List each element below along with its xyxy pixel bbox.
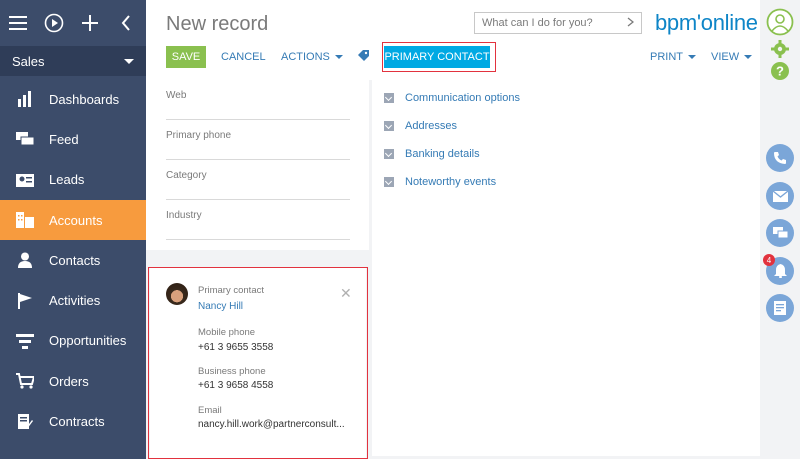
sidebar-item-label: Leads — [49, 172, 85, 188]
leads-icon — [15, 170, 35, 190]
sidebar-item-label: Contracts — [49, 414, 105, 430]
cart-icon — [15, 371, 35, 391]
print-label: PRINT — [650, 51, 683, 63]
industry-field[interactable]: Industry — [166, 200, 350, 240]
email-icon[interactable] — [766, 182, 794, 210]
process-play-icon[interactable] — [36, 0, 72, 46]
accounts-icon — [15, 210, 35, 230]
details-panel: Communication options Addresses Banking … — [372, 80, 760, 456]
chevron-down-icon — [334, 55, 343, 59]
category-field[interactable]: Category — [166, 160, 350, 200]
logo: bpm'online — [655, 10, 758, 35]
tag-icon — [358, 50, 369, 64]
group-communication-options[interactable]: Communication options — [384, 89, 520, 107]
menu-icon[interactable] — [0, 0, 36, 46]
group-addresses[interactable]: Addresses — [384, 117, 457, 135]
sidebar-item-label: Accounts — [49, 212, 103, 228]
flag-icon — [15, 291, 35, 311]
gear-icon[interactable] — [771, 40, 789, 61]
sidebar-item-label: Contacts — [49, 252, 101, 268]
sidebar-item-label: Opportunities — [49, 333, 127, 349]
record-fields-panel: Web Primary phone Category Industry — [146, 80, 369, 250]
phone-icon[interactable] — [766, 144, 794, 172]
communication-panel: ? 4 — [760, 0, 800, 459]
sidebar-item-label: Orders — [49, 373, 89, 389]
opportunities-icon — [15, 331, 35, 351]
chevron-right-icon[interactable] — [627, 16, 635, 30]
back-icon[interactable] — [108, 0, 144, 46]
actions-label: ACTIONS — [281, 51, 330, 63]
sidebar-item-contacts[interactable]: Contacts — [0, 240, 146, 280]
field-label: Web — [166, 90, 187, 101]
notification-count-badge: 4 — [763, 254, 775, 266]
group-label: Noteworthy events — [405, 176, 497, 188]
group-label: Banking details — [405, 148, 480, 160]
group-noteworthy-events[interactable]: Noteworthy events — [384, 173, 496, 191]
sidebar-item-dashboards[interactable]: Dashboards — [0, 79, 146, 119]
chevron-down-icon — [124, 58, 134, 64]
sidebar-item-accounts[interactable]: Accounts — [0, 199, 146, 241]
field-label: Category — [166, 170, 207, 181]
page-title: New record — [166, 13, 269, 35]
chevron-down-icon — [744, 55, 753, 59]
sidebar-item-label: Activities — [49, 293, 101, 309]
chevron-down-icon — [384, 93, 394, 103]
field-label: Industry — [166, 210, 202, 221]
web-field[interactable]: Web — [166, 80, 350, 120]
contacts-icon — [15, 250, 35, 270]
highlight-frame — [382, 42, 496, 72]
field-label: Primary phone — [166, 130, 232, 141]
primary-phone-field[interactable]: Primary phone — [166, 120, 350, 160]
sidebar-item-label: Dashboards — [49, 91, 120, 107]
sidebar-item-activities[interactable]: Activities — [0, 280, 146, 320]
group-label: Communication options — [405, 92, 520, 104]
workspace-label: Sales — [12, 53, 45, 69]
sidebar-item-leads[interactable]: Leads — [0, 160, 146, 200]
print-button[interactable]: PRINT — [650, 46, 696, 68]
group-label: Addresses — [405, 120, 457, 132]
save-button[interactable]: SAVE — [166, 46, 206, 68]
sidebar-item-contracts[interactable]: Contracts — [0, 401, 146, 441]
contracts-icon — [15, 412, 35, 432]
chat-icon[interactable] — [766, 219, 794, 247]
tag-button[interactable] — [358, 46, 369, 68]
actions-button[interactable]: ACTIONS — [281, 46, 343, 68]
chevron-down-icon — [688, 55, 696, 59]
sidebar-item-opportunities[interactable]: Opportunities — [0, 321, 146, 361]
sidebar-item-orders[interactable]: Orders — [0, 361, 146, 401]
chevron-down-icon — [384, 177, 394, 187]
group-banking-details[interactable]: Banking details — [384, 145, 480, 163]
document-icon[interactable] — [766, 294, 794, 322]
cancel-button[interactable]: CANCEL — [221, 46, 266, 68]
workspace-selector[interactable]: Sales — [0, 46, 146, 76]
sidebar-item-feed[interactable]: Feed — [0, 119, 146, 159]
search-placeholder: What can I do for you? — [482, 17, 593, 29]
feed-icon — [15, 129, 35, 149]
highlight-frame — [148, 267, 368, 459]
profile-icon[interactable] — [766, 8, 794, 39]
view-label: VIEW — [711, 51, 740, 63]
help-icon[interactable]: ? — [771, 62, 789, 83]
dashboards-icon — [15, 89, 35, 109]
svg-text:?: ? — [776, 64, 784, 79]
sidebar: Sales Dashboards Feed Leads Accounts Con… — [0, 0, 146, 459]
nav-list: Dashboards Feed Leads Accounts Contacts … — [0, 79, 146, 442]
command-search-input[interactable]: What can I do for you? — [474, 12, 642, 34]
view-button[interactable]: VIEW — [711, 46, 753, 68]
chevron-down-icon — [384, 121, 394, 131]
chevron-down-icon — [384, 149, 394, 159]
sidebar-item-label: Feed — [49, 131, 79, 147]
sidebar-topbar — [0, 0, 146, 46]
add-icon[interactable] — [72, 0, 108, 46]
